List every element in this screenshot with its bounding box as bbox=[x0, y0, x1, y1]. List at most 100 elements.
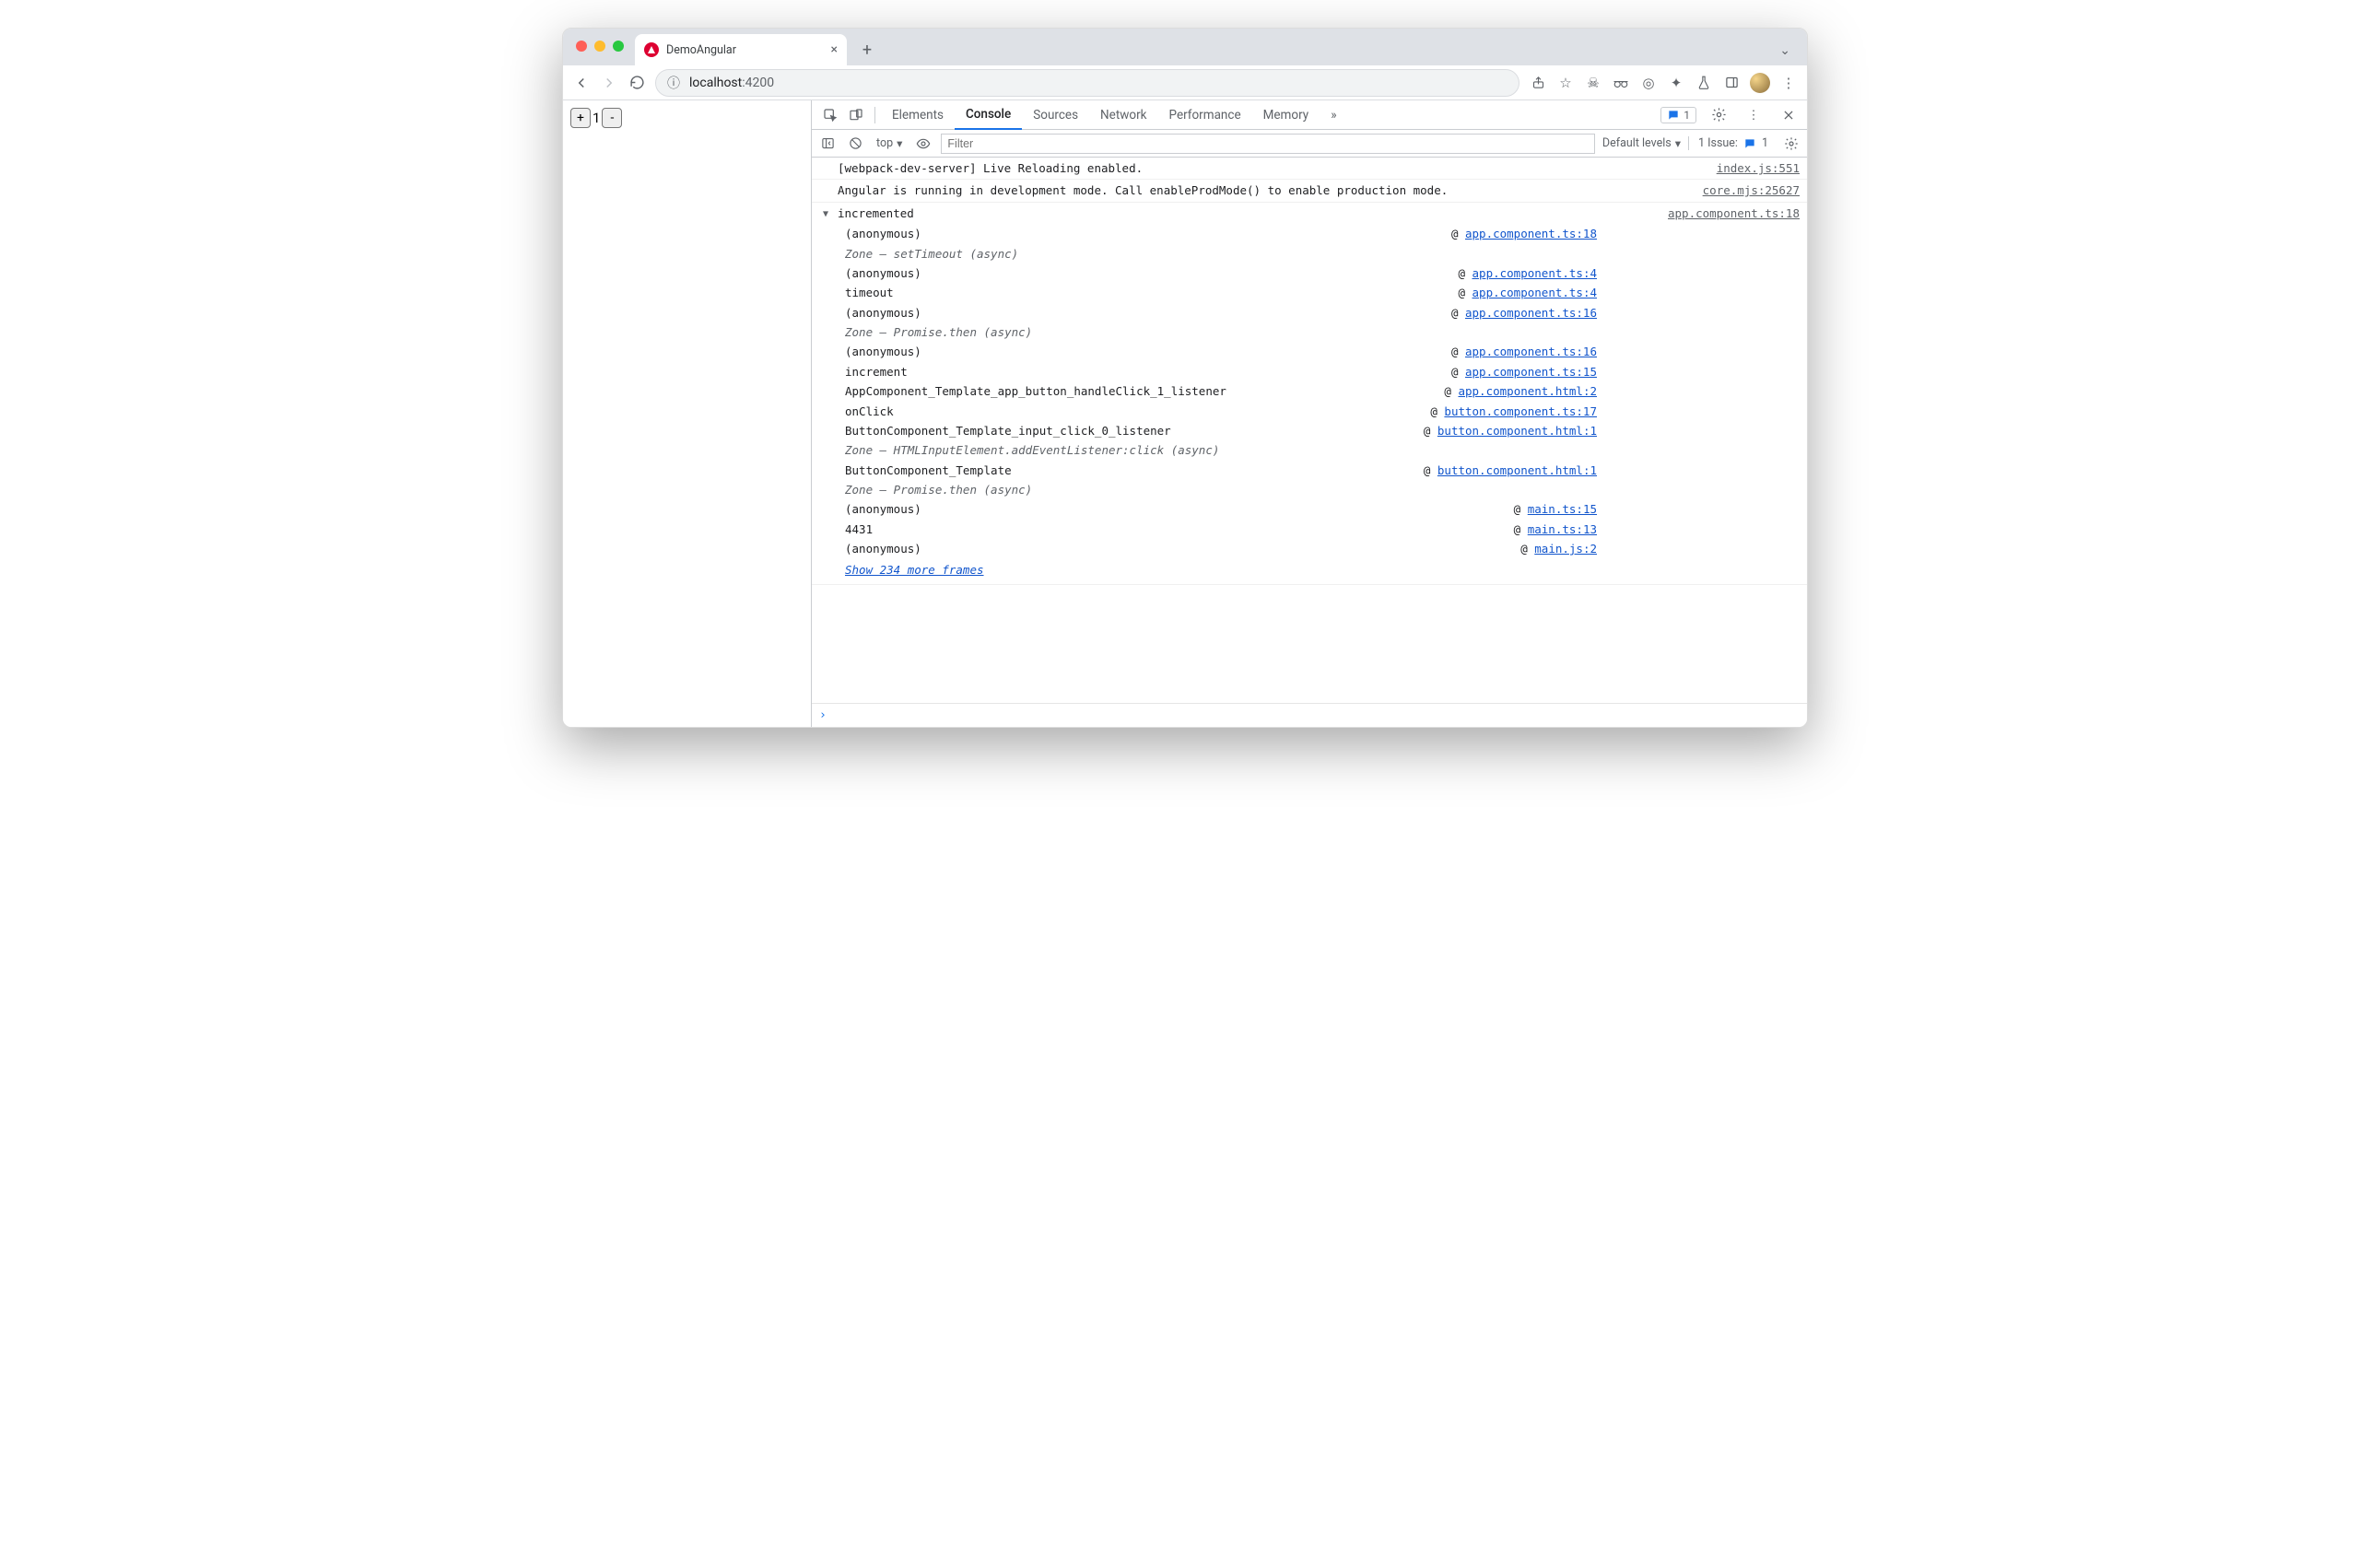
stack-frame: 4431@ main.ts:13 bbox=[838, 520, 1800, 539]
frame-source-link[interactable]: button.component.html:1 bbox=[1437, 463, 1597, 477]
frame-source-link[interactable]: app.component.ts:4 bbox=[1472, 286, 1597, 299]
message-source-link[interactable]: index.js:551 bbox=[1702, 159, 1800, 177]
stack-frame: ButtonComponent_Template @ button.compone… bbox=[838, 461, 1800, 480]
profile-avatar[interactable] bbox=[1750, 73, 1770, 93]
close-window-icon[interactable] bbox=[576, 41, 587, 52]
frame-source-link[interactable]: app.component.ts:4 bbox=[1472, 266, 1597, 280]
forward-button[interactable] bbox=[600, 74, 618, 92]
maximize-window-icon[interactable] bbox=[613, 41, 624, 52]
frame-location: @ app.component.html:2 bbox=[1444, 382, 1800, 400]
console-filter-input[interactable] bbox=[941, 134, 1595, 154]
stack-zone-divider: Zone — Promise.then (async) bbox=[838, 322, 1800, 342]
counter-value: 1 bbox=[591, 110, 602, 126]
devtools-tab-memory[interactable]: Memory bbox=[1252, 100, 1320, 130]
increment-button[interactable]: + bbox=[570, 108, 591, 128]
frame-function: (anonymous) bbox=[845, 225, 931, 242]
devtools-close-icon[interactable] bbox=[1776, 102, 1801, 128]
devtools-tab-network[interactable]: Network bbox=[1089, 100, 1157, 130]
extensions-puzzle-icon[interactable]: ✦ bbox=[1667, 74, 1685, 92]
back-button[interactable] bbox=[572, 74, 591, 92]
tabs-overflow-icon[interactable]: ⌄ bbox=[1779, 43, 1790, 58]
devtools-tab-console[interactable]: Console bbox=[955, 100, 1022, 130]
frame-source-link[interactable]: button.component.ts:17 bbox=[1444, 404, 1597, 418]
devtools-tab-performance[interactable]: Performance bbox=[1158, 100, 1252, 130]
decrement-button[interactable]: - bbox=[602, 108, 622, 128]
group-label: incremented bbox=[838, 205, 1653, 222]
frame-function: Zone — Promise.then (async) bbox=[845, 323, 1041, 341]
inspect-element-icon[interactable] bbox=[817, 102, 843, 128]
frame-source-link[interactable]: main.ts:13 bbox=[1528, 522, 1597, 536]
execution-context-selector[interactable]: top ▾ bbox=[873, 136, 906, 151]
frame-source-link[interactable]: app.component.ts:16 bbox=[1465, 306, 1597, 320]
browser-menu-icon[interactable]: ⋮ bbox=[1779, 74, 1798, 92]
frame-location: @ main.ts:15 bbox=[1514, 500, 1800, 518]
devtools-tab-elements[interactable]: Elements bbox=[881, 100, 955, 130]
show-more-frames-link[interactable]: Show 234 more frames bbox=[845, 563, 984, 577]
share-icon[interactable] bbox=[1529, 74, 1547, 92]
labs-flask-icon[interactable] bbox=[1695, 74, 1713, 92]
url-text: localhost:4200 bbox=[689, 76, 774, 90]
console-prompt[interactable]: › bbox=[812, 703, 1807, 727]
incognito-icon[interactable] bbox=[1612, 74, 1630, 92]
console-output[interactable]: [webpack-dev-server] Live Reloading enab… bbox=[812, 158, 1807, 703]
devtools-tab-sources[interactable]: Sources bbox=[1022, 100, 1089, 130]
frame-location: @ app.component.ts:4 bbox=[1458, 284, 1800, 301]
frame-location: @ app.component.ts:16 bbox=[1451, 304, 1800, 322]
stack-frame: AppComponent_Template_app_button_handleC… bbox=[838, 381, 1800, 401]
frame-source-link[interactable]: app.component.ts:15 bbox=[1465, 365, 1597, 379]
frame-function: (anonymous) bbox=[845, 264, 931, 282]
messages-icon bbox=[1667, 109, 1680, 122]
devtools-settings-icon[interactable] bbox=[1706, 102, 1731, 128]
minimize-window-icon[interactable] bbox=[594, 41, 605, 52]
issues-pill[interactable]: 1 Issue: 1 bbox=[1688, 136, 1768, 150]
frame-source-link[interactable]: main.ts:15 bbox=[1528, 502, 1597, 516]
extension-eye-icon[interactable]: ◎ bbox=[1639, 74, 1658, 92]
frame-location: @ app.component.ts:18 bbox=[1451, 225, 1800, 242]
device-toolbar-icon[interactable] bbox=[843, 102, 869, 128]
console-message: Angular is running in development mode. … bbox=[812, 180, 1807, 202]
frame-source-link[interactable]: app.component.ts:16 bbox=[1465, 345, 1597, 358]
frame-function: AppComponent_Template_app_button_handleC… bbox=[845, 382, 1236, 400]
site-info-icon[interactable]: ⓘ bbox=[667, 74, 680, 92]
extension-skull-icon[interactable]: ☠ bbox=[1584, 74, 1602, 92]
stack-frame: timeout @ app.component.ts:4 bbox=[838, 283, 1800, 302]
frame-source-link[interactable]: button.component.html:1 bbox=[1437, 424, 1597, 438]
stack-frame: (anonymous)@ app.component.ts:4 bbox=[838, 263, 1800, 283]
frame-function: timeout bbox=[845, 284, 903, 301]
stack-zone-divider: Zone — HTMLInputElement.addEventListener… bbox=[838, 440, 1800, 460]
frame-function: increment bbox=[845, 363, 917, 380]
side-panel-icon[interactable] bbox=[1722, 74, 1741, 92]
frame-location: @ app.component.ts:16 bbox=[1451, 343, 1800, 360]
frame-source-link[interactable]: main.js:2 bbox=[1534, 542, 1597, 556]
message-source-link[interactable]: app.component.ts:18 bbox=[1653, 205, 1800, 222]
browser-window: DemoAngular × + ⌄ ⓘ localhost:4200 ☆ ☠ bbox=[562, 28, 1808, 728]
console-sidebar-toggle-icon[interactable] bbox=[817, 134, 838, 154]
frame-source-link[interactable]: app.component.ts:18 bbox=[1465, 227, 1597, 240]
log-levels-selector[interactable]: Default levels ▾ bbox=[1602, 136, 1681, 151]
new-tab-button[interactable]: + bbox=[854, 37, 880, 63]
bookmark-star-icon[interactable]: ☆ bbox=[1556, 74, 1575, 92]
frame-function: ButtonComponent_Template bbox=[845, 462, 1021, 479]
reload-button[interactable] bbox=[628, 74, 646, 92]
prompt-chevron-icon: › bbox=[819, 708, 827, 722]
counter-widget: + 1 - bbox=[570, 108, 804, 128]
stack-frame: (anonymous)@ main.ts:15 bbox=[838, 499, 1800, 519]
console-settings-icon[interactable] bbox=[1781, 134, 1801, 154]
console-filter-bar: top ▾ Default levels ▾ 1 Issue: 1 bbox=[812, 130, 1807, 158]
console-trace-group[interactable]: incremented app.component.ts:18 bbox=[812, 203, 1807, 224]
messages-chip[interactable]: 1 bbox=[1660, 107, 1696, 123]
message-source-link[interactable]: core.mjs:25627 bbox=[1688, 181, 1800, 199]
live-expression-icon[interactable] bbox=[913, 134, 933, 154]
clear-console-icon[interactable] bbox=[845, 134, 865, 154]
close-tab-icon[interactable]: × bbox=[831, 42, 838, 57]
chevron-down-icon: ▾ bbox=[897, 136, 902, 151]
browser-tab[interactable]: DemoAngular × bbox=[635, 34, 847, 65]
devtools-menu-icon[interactable]: ⋮ bbox=[1741, 102, 1766, 128]
frame-source-link[interactable]: app.component.html:2 bbox=[1458, 384, 1597, 398]
address-bar[interactable]: ⓘ localhost:4200 bbox=[655, 69, 1519, 97]
frame-function: Zone — setTimeout (async) bbox=[845, 245, 1027, 263]
content-area: + 1 - ElementsConsoleSourcesNetworkPerfo… bbox=[563, 100, 1807, 727]
stack-zone-divider: Zone — Promise.then (async) bbox=[838, 480, 1800, 499]
devtools-more-tabs[interactable]: » bbox=[1320, 100, 1347, 130]
frame-location: @ button.component.html:1 bbox=[1424, 462, 1800, 479]
